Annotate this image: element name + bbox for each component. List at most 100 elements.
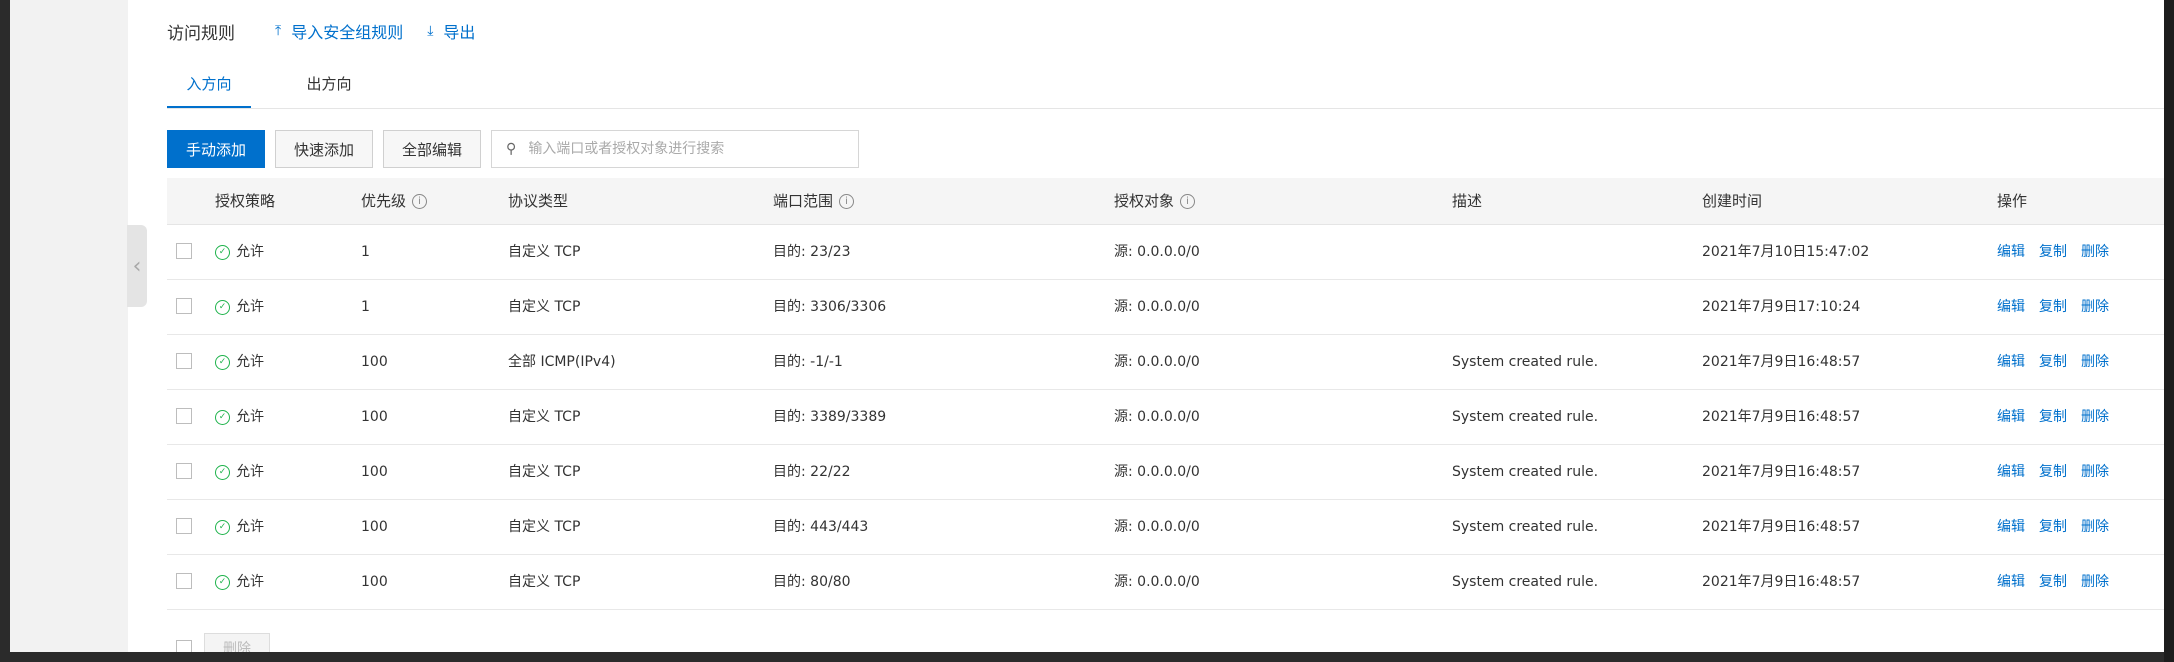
policy-cell: ✓ 允许 xyxy=(215,500,264,554)
policy-cell: ✓ 允许 xyxy=(215,445,264,499)
col-created: 创建时间 xyxy=(1702,192,1763,210)
manual-add-button[interactable]: 手动添加 xyxy=(167,130,266,168)
delete-link[interactable]: 删除 xyxy=(2081,354,2109,370)
app-frame: ‹ 访问规则 ⤒ 导入安全组规则 ⤓ 导出 入方向 出方向 手动添加 快速添加 … xyxy=(10,0,2174,652)
port-cell: 目的: 23/23 xyxy=(773,244,851,260)
info-icon[interactable]: i xyxy=(1180,193,1196,209)
quick-add-button[interactable]: 快速添加 xyxy=(275,130,374,168)
col-protocol: 协议类型 xyxy=(508,192,569,210)
object-cell: 源: 0.0.0.0/0 xyxy=(1114,244,1200,260)
created-cell: 2021年7月10日15:47:02 xyxy=(1702,244,1870,260)
row-checkbox[interactable] xyxy=(176,353,192,369)
check-circle-icon: ✓ xyxy=(215,244,230,260)
info-icon[interactable]: i xyxy=(839,193,855,209)
edit-link[interactable]: 编辑 xyxy=(1997,464,2025,480)
select-all-checkbox[interactable] xyxy=(176,640,192,652)
edit-link[interactable]: 编辑 xyxy=(1997,354,2025,370)
created-cell: 2021年7月9日16:48:57 xyxy=(1702,354,1861,370)
direction-tabs: 入方向 出方向 xyxy=(167,62,2174,109)
export-link[interactable]: ⤓ 导出 xyxy=(427,19,475,43)
priority-cell: 100 xyxy=(361,519,388,535)
search-input[interactable] xyxy=(526,140,851,158)
actions-cell: 编辑 复制 删除 xyxy=(1997,445,2123,499)
port-cell: 目的: 3306/3306 xyxy=(773,299,887,315)
download-icon: ⤓ xyxy=(427,23,434,39)
created-cell: 2021年7月9日16:48:57 xyxy=(1702,464,1861,480)
copy-link[interactable]: 复制 xyxy=(2039,519,2067,535)
edit-link[interactable]: 编辑 xyxy=(1997,409,2025,425)
port-cell: 目的: 22/22 xyxy=(773,464,851,480)
table-row: ✓ 允许 1 自定义 TCP 目的: 3306/3306 源: 0.0.0.0/0… xyxy=(167,280,2174,335)
section-title: 访问规则 xyxy=(167,23,235,44)
row-checkbox[interactable] xyxy=(176,298,192,314)
created-cell: 2021年7月9日16:48:57 xyxy=(1702,574,1861,590)
row-checkbox[interactable] xyxy=(176,463,192,479)
copy-link[interactable]: 复制 xyxy=(2039,409,2067,425)
created-cell: 2021年7月9日16:48:57 xyxy=(1702,519,1861,535)
table-row: ✓ 允许 100 自定义 TCP 目的: 80/80 源: 0.0.0.0/0 S… xyxy=(167,555,2174,610)
delete-link[interactable]: 删除 xyxy=(2081,244,2109,260)
tab-outbound[interactable]: 出方向 xyxy=(287,62,371,108)
delete-link[interactable]: 删除 xyxy=(2081,464,2109,480)
import-rules-link[interactable]: ⤒ 导入安全组规则 xyxy=(275,19,403,43)
priority-cell: 1 xyxy=(361,244,370,260)
search-box[interactable]: ⚲ xyxy=(491,130,860,168)
edit-all-button[interactable]: 全部编辑 xyxy=(383,130,482,168)
edit-link[interactable]: 编辑 xyxy=(1997,244,2025,260)
copy-link[interactable]: 复制 xyxy=(2039,574,2067,590)
copy-link[interactable]: 复制 xyxy=(2039,299,2067,315)
col-port-range: 端口范围 i xyxy=(773,178,855,224)
collapse-handle[interactable]: ‹ xyxy=(127,225,147,307)
info-icon[interactable]: i xyxy=(412,193,428,209)
policy-cell: ✓ 允许 xyxy=(215,390,264,444)
copy-link[interactable]: 复制 xyxy=(2039,464,2067,480)
import-rules-label: 导入安全组规则 xyxy=(291,23,404,42)
export-label: 导出 xyxy=(443,23,476,42)
check-circle-icon: ✓ xyxy=(215,354,230,370)
delete-link[interactable]: 删除 xyxy=(2081,519,2109,535)
actions-cell: 编辑 复制 删除 xyxy=(1997,335,2123,389)
table-body: ✓ 允许 1 自定义 TCP 目的: 23/23 源: 0.0.0.0/0 202… xyxy=(167,225,2174,610)
priority-cell: 100 xyxy=(361,354,388,370)
row-checkbox[interactable] xyxy=(176,408,192,424)
description-cell: System created rule. xyxy=(1452,354,1599,370)
table-row: ✓ 允许 1 自定义 TCP 目的: 23/23 源: 0.0.0.0/0 202… xyxy=(167,225,2174,280)
edit-link[interactable]: 编辑 xyxy=(1997,299,2025,315)
policy-cell: ✓ 允许 xyxy=(215,225,264,279)
edit-link[interactable]: 编辑 xyxy=(1997,574,2025,590)
delete-link[interactable]: 删除 xyxy=(2081,299,2109,315)
actions-cell: 编辑 复制 删除 xyxy=(1997,280,2123,334)
protocol-cell: 自定义 TCP xyxy=(508,574,581,590)
object-cell: 源: 0.0.0.0/0 xyxy=(1114,574,1200,590)
check-circle-icon: ✓ xyxy=(215,574,230,590)
object-cell: 源: 0.0.0.0/0 xyxy=(1114,409,1200,425)
copy-link[interactable]: 复制 xyxy=(2039,354,2067,370)
row-checkbox[interactable] xyxy=(176,573,192,589)
protocol-cell: 自定义 TCP xyxy=(508,519,581,535)
edit-link[interactable]: 编辑 xyxy=(1997,519,2025,535)
created-cell: 2021年7月9日17:10:24 xyxy=(1702,299,1861,315)
port-cell: 目的: 3389/3389 xyxy=(773,409,887,425)
row-checkbox[interactable] xyxy=(176,518,192,534)
table-footer: 删除 xyxy=(167,633,270,652)
policy-cell: ✓ 允许 xyxy=(215,335,264,389)
priority-cell: 100 xyxy=(361,409,388,425)
delete-link[interactable]: 删除 xyxy=(2081,574,2109,590)
col-actions: 操作 xyxy=(1997,192,2028,210)
delete-link[interactable]: 删除 xyxy=(2081,409,2109,425)
actions-cell: 编辑 复制 删除 xyxy=(1997,500,2123,554)
tab-inbound[interactable]: 入方向 xyxy=(167,62,251,108)
protocol-cell: 自定义 TCP xyxy=(508,464,581,480)
port-cell: 目的: -1/-1 xyxy=(773,354,843,370)
protocol-cell: 自定义 TCP xyxy=(508,299,581,315)
bulk-delete-button[interactable]: 删除 xyxy=(204,633,270,652)
col-priority: 优先级 i xyxy=(361,178,428,224)
policy-cell: ✓ 允许 xyxy=(215,555,264,609)
copy-link[interactable]: 复制 xyxy=(2039,244,2067,260)
col-auth-object: 授权对象 i xyxy=(1114,178,1196,224)
window-edge xyxy=(2164,0,2174,662)
toolbar: 手动添加 快速添加 全部编辑 ⚲ xyxy=(167,129,860,169)
row-checkbox[interactable] xyxy=(176,243,192,259)
check-circle-icon: ✓ xyxy=(215,409,230,425)
table-row: ✓ 允许 100 全部 ICMP(IPv4) 目的: -1/-1 源: 0.0.0… xyxy=(167,335,2174,390)
